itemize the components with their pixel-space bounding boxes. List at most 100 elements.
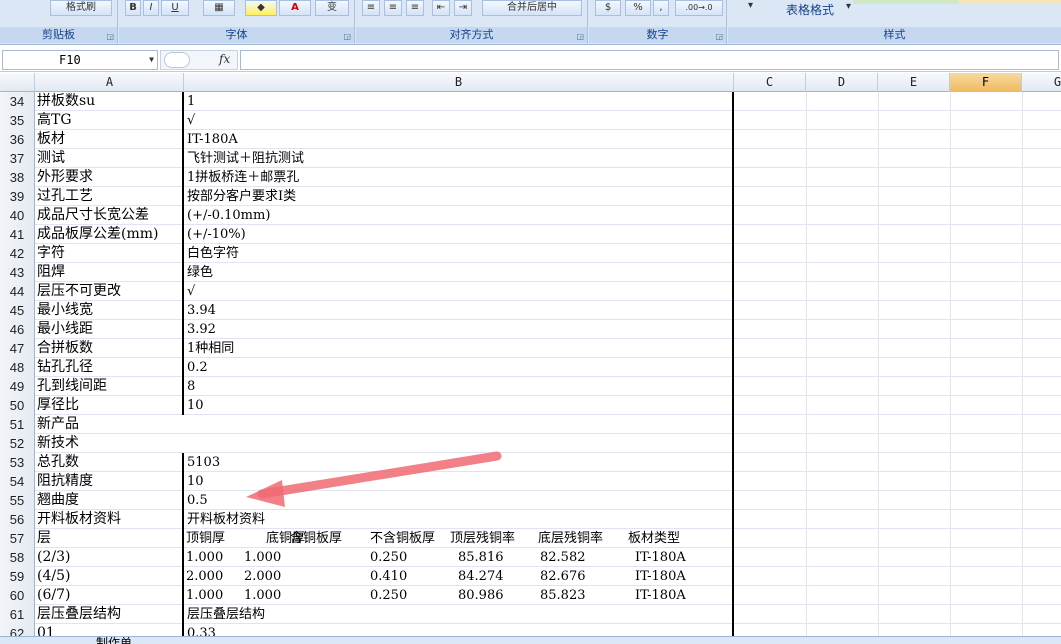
cell-a[interactable]: 合拼板数 (36, 339, 184, 358)
increase-indent-icon[interactable]: ⇥ (454, 0, 472, 16)
cell-a[interactable]: 高TG (36, 111, 184, 130)
row-header[interactable]: 61 (0, 605, 35, 624)
cell-b[interactable]: 1拼板桥连＋邮票孔 (186, 168, 734, 187)
row-header[interactable]: 39 (0, 187, 35, 206)
dialog-launcher-icon[interactable]: ◲ (106, 32, 114, 41)
cell-a[interactable]: 翘曲度 (36, 491, 184, 510)
accounting-format-icon[interactable]: $ (595, 0, 621, 16)
row-header[interactable]: 34 (0, 92, 35, 111)
name-box[interactable]: F10 ▼ (2, 50, 158, 70)
row-header[interactable]: 46 (0, 320, 35, 339)
cell-a[interactable]: 阻抗精度 (36, 472, 184, 491)
cell-a[interactable]: 层压不可更改 (36, 282, 184, 301)
cell-a[interactable]: (2/3) (36, 548, 184, 567)
select-all-corner[interactable] (0, 73, 35, 92)
cell-a[interactable]: 测试 (36, 149, 184, 168)
row-header[interactable]: 60 (0, 586, 35, 605)
cell-a[interactable]: 厚径比 (36, 396, 184, 415)
merge-center-button[interactable]: 合并后居中 (482, 0, 582, 16)
cell-b[interactable]: 按部分客户要求I类 (186, 187, 734, 206)
phonetic-button[interactable]: 变 (315, 0, 349, 16)
cell-b[interactable]: 3.94 (186, 301, 734, 320)
cell-b[interactable]: (+/-0.10mm) (186, 206, 734, 225)
align-left-icon[interactable]: ≡ (362, 0, 380, 16)
cell-a[interactable]: 新技术 (36, 434, 734, 453)
row-header[interactable]: 54 (0, 472, 35, 491)
formula-input[interactable] (240, 50, 1059, 70)
cell-a[interactable]: 新产品 (36, 415, 734, 434)
dialog-launcher-icon[interactable]: ◲ (576, 32, 584, 41)
cell-a[interactable]: 字符 (36, 244, 184, 263)
cell-b[interactable]: 0.5 (186, 491, 734, 510)
row-header[interactable]: 44 (0, 282, 35, 301)
align-right-icon[interactable]: ≡ (406, 0, 424, 16)
chevron-down-icon[interactable]: ▼ (149, 51, 154, 69)
row-header[interactable]: 41 (0, 225, 35, 244)
italic-button[interactable]: I (143, 0, 159, 16)
fill-color-button[interactable]: ◆ (245, 0, 277, 16)
cell-b[interactable]: 10 (186, 396, 734, 415)
column-header-g[interactable]: G (1022, 73, 1061, 92)
row-header[interactable]: 40 (0, 206, 35, 225)
cell-a[interactable]: 开料板材资料 (36, 510, 184, 529)
border-button[interactable]: ▦ (203, 0, 235, 16)
row-header[interactable]: 58 (0, 548, 35, 567)
cell-b[interactable]: 层压叠层结构 (186, 605, 734, 624)
percent-button[interactable]: % (625, 0, 651, 16)
cell-a[interactable]: 外形要求 (36, 168, 184, 187)
cell-b[interactable]: 10 (186, 472, 734, 491)
cell-b[interactable]: 飞针测试＋阻抗测试 (186, 149, 734, 168)
column-header-d[interactable]: D (806, 73, 878, 92)
insert-function-button[interactable]: fx (219, 52, 230, 66)
cell-a[interactable]: (6/7) (36, 586, 184, 605)
row-header[interactable]: 43 (0, 263, 35, 282)
row-header[interactable]: 48 (0, 358, 35, 377)
cell-b[interactable]: √ (186, 111, 734, 130)
row-header[interactable]: 59 (0, 567, 35, 586)
column-header-b[interactable]: B (184, 73, 734, 92)
column-header-c[interactable]: C (734, 73, 806, 92)
cell-a[interactable]: 阻焊 (36, 263, 184, 282)
cell-a[interactable]: 层 (36, 529, 184, 548)
sheet-tab[interactable]: 制作单 (96, 636, 132, 644)
cell-b[interactable]: (+/-10%) (186, 225, 734, 244)
bold-button[interactable]: B (125, 0, 141, 16)
column-header-f[interactable]: F (950, 73, 1022, 92)
row-header[interactable]: 45 (0, 301, 35, 320)
row-header[interactable]: 50 (0, 396, 35, 415)
cell-a[interactable]: 层压叠层结构 (36, 605, 184, 624)
cell-a[interactable]: 最小线距 (36, 320, 184, 339)
cell-b[interactable]: IT-180A (186, 130, 734, 149)
cell-a[interactable]: 过孔工艺 (36, 187, 184, 206)
cell-a[interactable]: 孔到线间距 (36, 377, 184, 396)
decrease-indent-icon[interactable]: ⇤ (432, 0, 450, 16)
cell-a[interactable]: 拼板数su (36, 92, 184, 111)
row-header[interactable]: 55 (0, 491, 35, 510)
cell-b[interactable]: 绿色 (186, 263, 734, 282)
row-header[interactable]: 52 (0, 434, 35, 453)
row-header[interactable]: 38 (0, 168, 35, 187)
row-header[interactable]: 47 (0, 339, 35, 358)
cell-b[interactable]: 1 (186, 92, 734, 111)
cell-b[interactable]: √ (186, 282, 734, 301)
dialog-launcher-icon[interactable]: ◲ (715, 32, 723, 41)
align-center-icon[interactable]: ≡ (384, 0, 402, 16)
cell-a[interactable]: (4/5) (36, 567, 184, 586)
cell-b[interactable]: 1种相同 (186, 339, 734, 358)
dialog-launcher-icon[interactable]: ◲ (343, 32, 351, 41)
cell-a[interactable]: 成品尺寸长宽公差 (36, 206, 184, 225)
cell-b[interactable]: 0.2 (186, 358, 734, 377)
column-header-e[interactable]: E (878, 73, 950, 92)
cell-a[interactable]: 成品板厚公差(mm) (36, 225, 184, 244)
styles-dropdown-icon[interactable]: ▾ (748, 0, 753, 11)
format-as-table-dropdown-icon[interactable]: ▾ (846, 1, 851, 12)
cell-b[interactable]: 白色字符 (186, 244, 734, 263)
cell-b[interactable]: 5103 (186, 453, 734, 472)
row-header[interactable]: 51 (0, 415, 35, 434)
row-header[interactable]: 42 (0, 244, 35, 263)
row-header[interactable]: 37 (0, 149, 35, 168)
row-header[interactable]: 53 (0, 453, 35, 472)
row-header[interactable]: 36 (0, 130, 35, 149)
cell-style-swatch[interactable] (959, 0, 1061, 4)
row-header[interactable]: 57 (0, 529, 35, 548)
